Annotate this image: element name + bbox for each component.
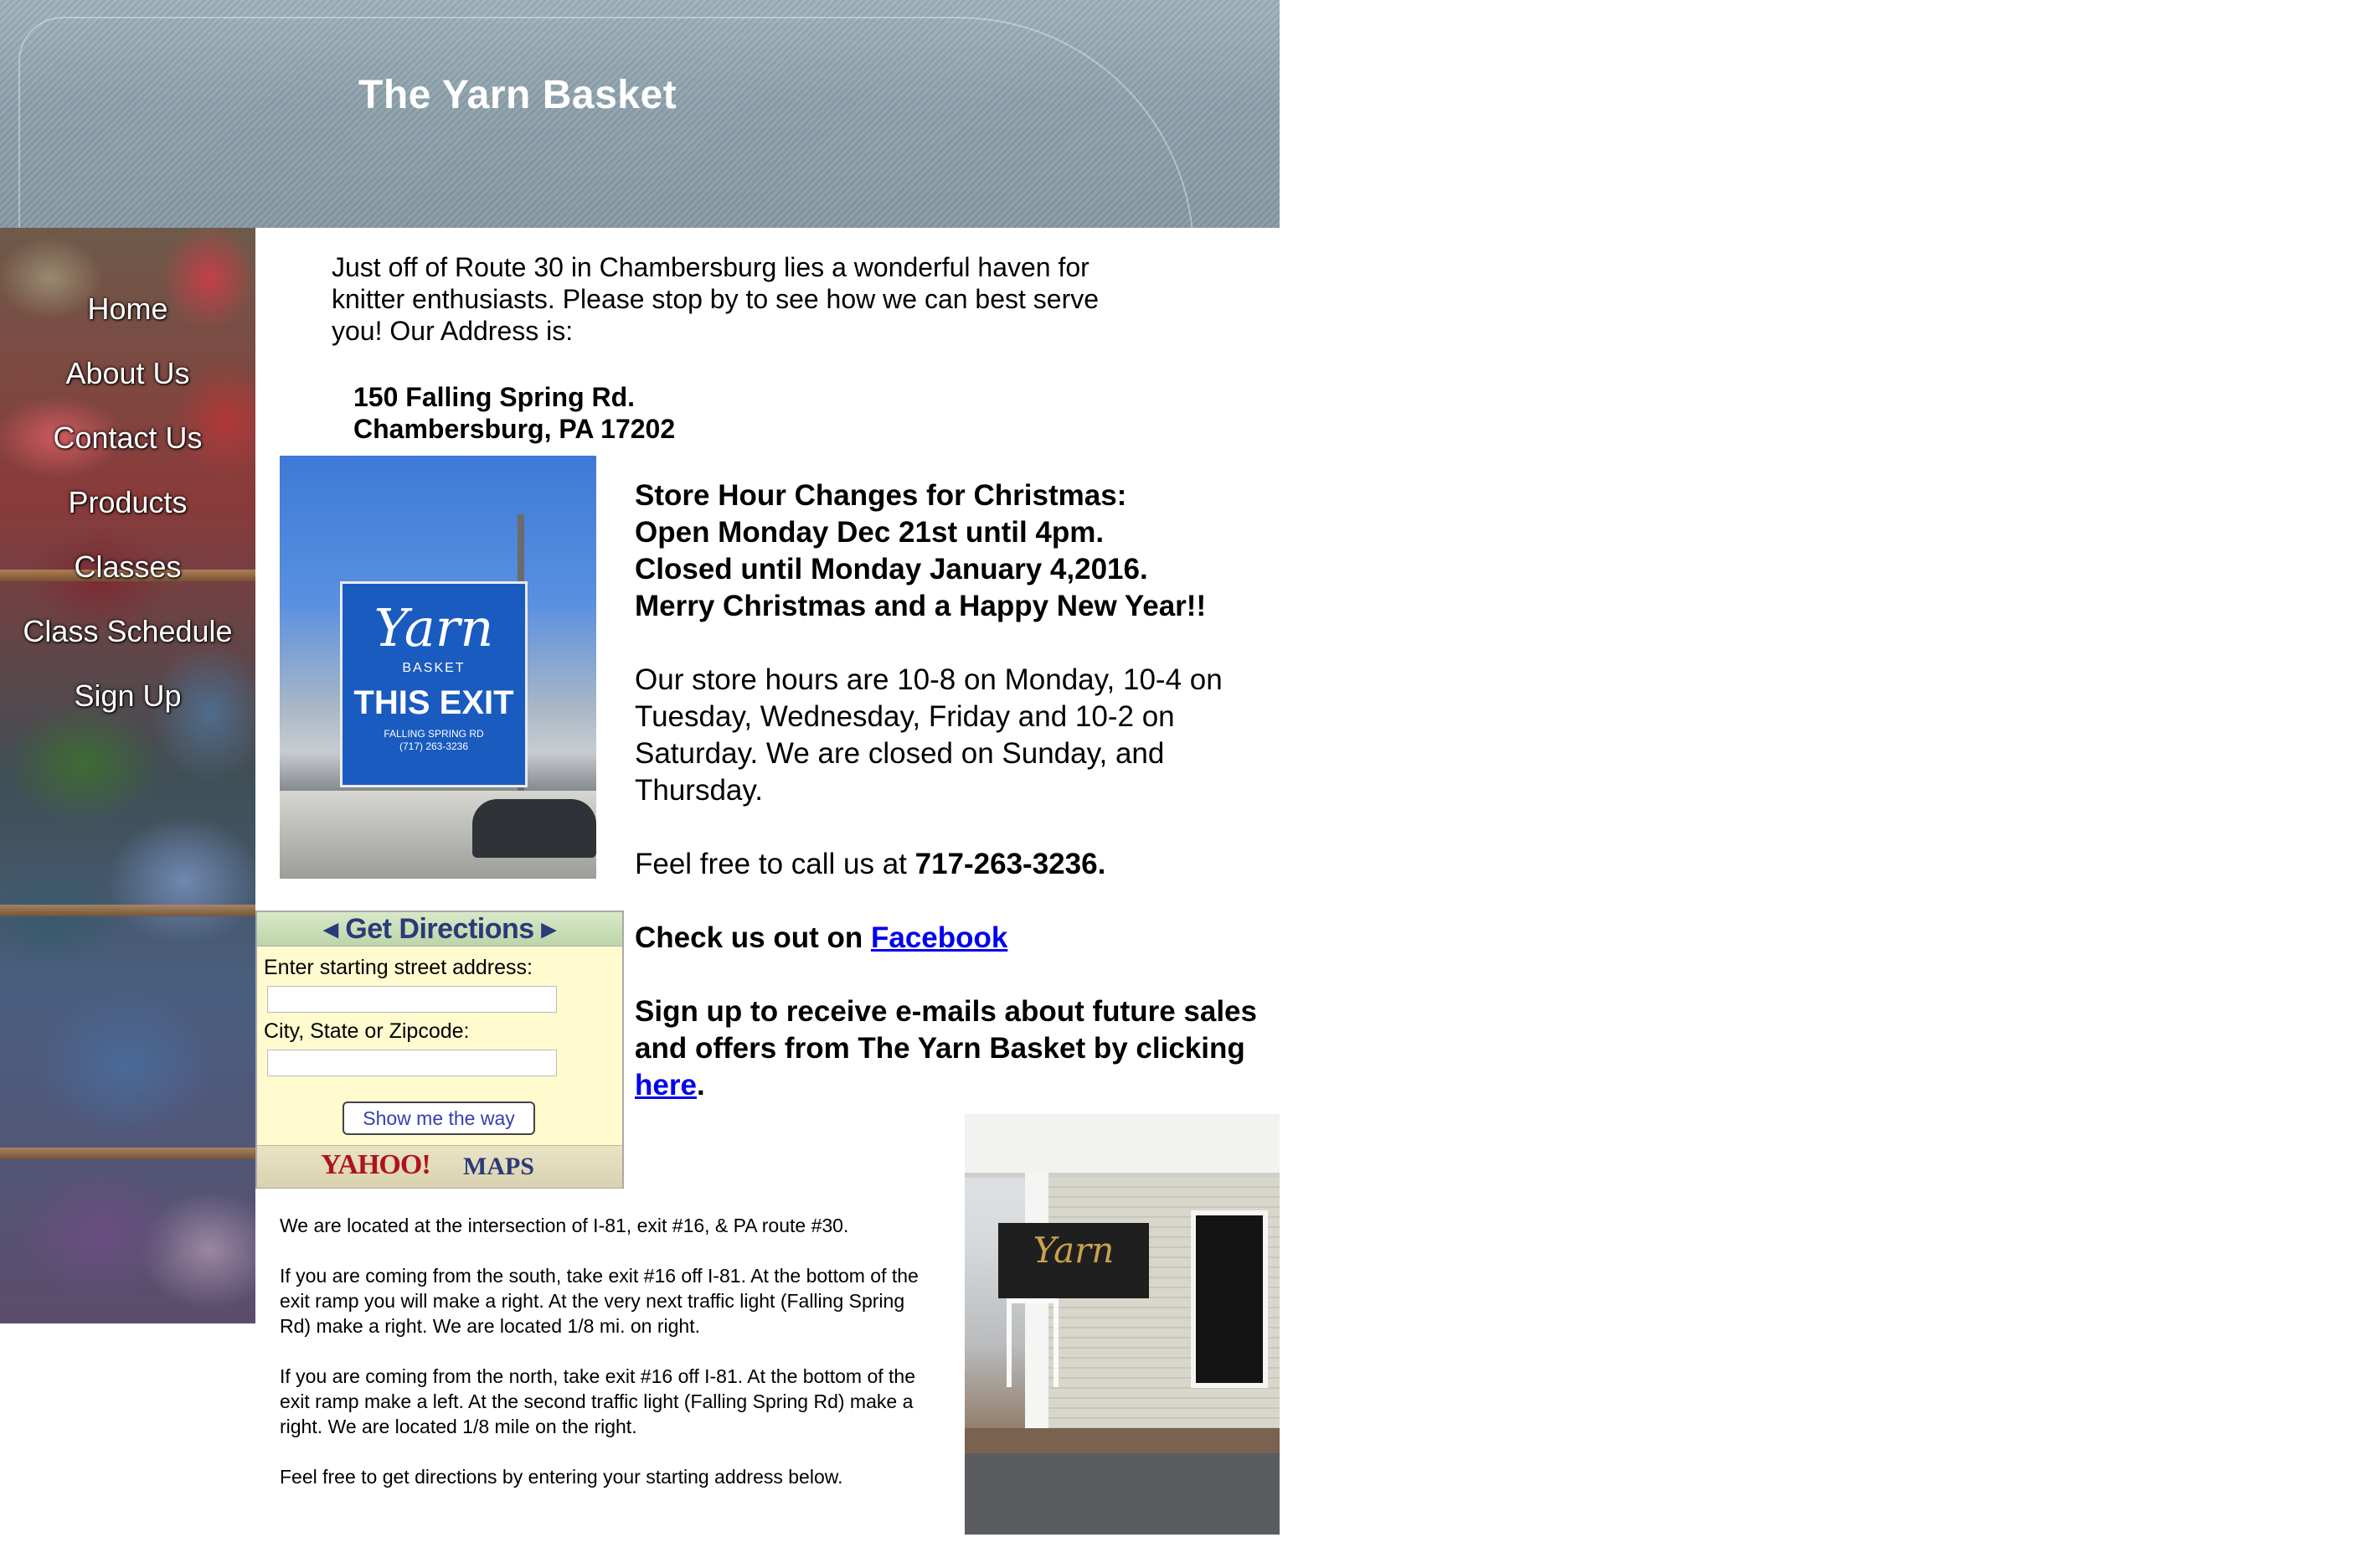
intro-text: Just off of Route 30 in Chambersburg lie… xyxy=(332,252,1100,346)
porch-deck xyxy=(965,1428,1280,1453)
announcement-line-2: Open Monday Dec 21st until 4pm. xyxy=(635,516,1105,549)
storefront-sign: Yarn xyxy=(998,1223,1149,1298)
maps-logo-text: MAPS xyxy=(463,1153,534,1180)
nav-classes[interactable]: Classes xyxy=(0,534,255,599)
porch-roof xyxy=(965,1114,1280,1178)
call-us: Feel free to call us at 717-263-3236. xyxy=(635,846,1271,883)
nav-contact-us[interactable]: Contact Us xyxy=(0,405,255,470)
announcement-line-3: Closed until Monday January 4,2016. xyxy=(635,553,1148,586)
nav-home[interactable]: Home xyxy=(0,276,255,341)
address-line-2: Chambersburg, PA 17202 xyxy=(353,414,676,444)
address-line-1: 150 Falling Spring Rd. xyxy=(353,382,636,412)
yahoo-maps-footer[interactable]: YAHOO! MAPS xyxy=(257,1145,622,1188)
directions-header: ◂ Get Directions ▸ xyxy=(257,912,622,947)
yarn-shelf xyxy=(0,1148,255,1159)
directions-widget: ◂ Get Directions ▸ Enter starting street… xyxy=(255,911,624,1189)
announcement-line-1: Store Hour Changes for Christmas: xyxy=(635,479,1127,512)
site-title: The Yarn Basket xyxy=(358,73,677,117)
nav-products[interactable]: Products xyxy=(0,470,255,534)
parking-lot xyxy=(965,1453,1280,1535)
sign-yarn-text: Yarn xyxy=(373,597,494,658)
street-address-input[interactable] xyxy=(267,986,557,1013)
get-directions-title: ◂ Get Directions ▸ xyxy=(323,913,556,945)
storefront-porch-photo: Yarn xyxy=(965,1114,1280,1535)
sign-phone: (717) 263-3236 xyxy=(399,740,469,752)
yarn-shelf xyxy=(0,905,255,916)
header-decoration xyxy=(18,17,1194,228)
exit-sign-photo: Yarn BASKET THIS EXIT FALLING SPRING RD … xyxy=(280,456,596,879)
sign-road-name: FALLING SPRING RD xyxy=(384,728,484,740)
announcement-line-4: Merry Christmas and a Happy New Year!! xyxy=(635,590,1207,622)
signup-suffix: . xyxy=(696,1069,705,1101)
store-hours: Our store hours are 10-8 on Monday, 10-4… xyxy=(635,663,1223,807)
nav-class-schedule[interactable]: Class Schedule xyxy=(0,599,255,663)
sidebar: Home About Us Contact Us Products Classe… xyxy=(0,228,255,1323)
south-directions: If you are coming from the south, take e… xyxy=(280,1265,919,1337)
phone-number: 717-263-3236. xyxy=(914,848,1106,880)
exit-sign-board: Yarn BASKET THIS EXIT FALLING SPRING RD … xyxy=(340,581,528,787)
rocking-chair xyxy=(1007,1298,1059,1387)
site-header-banner: The Yarn Basket xyxy=(0,0,1280,228)
facebook-line: Check us out on Facebook xyxy=(635,920,1271,957)
store-info-column: Store Hour Changes for Christmas: Open M… xyxy=(635,477,1271,1141)
show-me-the-way-button[interactable]: Show me the way xyxy=(343,1101,535,1135)
city-state-zip-input[interactable] xyxy=(267,1050,557,1076)
location-directions: We are located at the intersection of I-… xyxy=(280,1213,933,1514)
signup-here-link[interactable]: here xyxy=(635,1069,697,1101)
call-us-prefix: Feel free to call us at xyxy=(635,848,915,880)
sign-road-text: FALLING SPRING RD (717) 263-3236 xyxy=(343,728,525,753)
sidebar-nav: Home About Us Contact Us Products Classe… xyxy=(0,276,255,728)
facebook-prefix: Check us out on xyxy=(635,921,871,954)
storefront-sign-text: Yarn xyxy=(1033,1230,1115,1271)
store-address: 150 Falling Spring Rd. Chambersburg, PA … xyxy=(353,381,675,445)
location-paragraph: We are located at the intersection of I-… xyxy=(280,1215,849,1236)
parked-car xyxy=(472,799,596,858)
directions-hint: Feel free to get directions by entering … xyxy=(280,1466,843,1488)
holiday-announcement: Store Hour Changes for Christmas: Open M… xyxy=(635,477,1271,625)
north-directions: If you are coming from the north, take e… xyxy=(280,1365,915,1437)
front-door xyxy=(1191,1210,1268,1388)
city-state-zip-label: City, State or Zipcode: xyxy=(264,1019,470,1043)
yahoo-logo: YAHOO! xyxy=(321,1149,431,1180)
email-signup-line: Sign up to receive e-mails about future … xyxy=(635,993,1271,1104)
sign-basket-text: BASKET xyxy=(402,661,466,675)
sign-exit-text: THIS EXIT xyxy=(353,684,514,721)
signup-prefix: Sign up to receive e-mails about future … xyxy=(635,995,1257,1065)
street-address-label: Enter starting street address: xyxy=(264,956,533,979)
facebook-link[interactable]: Facebook xyxy=(871,921,1007,954)
nav-sign-up[interactable]: Sign Up xyxy=(0,663,255,728)
nav-about-us[interactable]: About Us xyxy=(0,341,255,405)
